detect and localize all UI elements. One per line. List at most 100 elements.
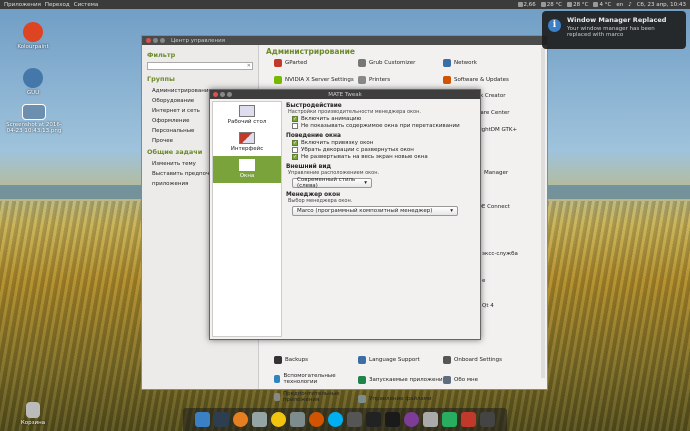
checkbox-checked[interactable]	[292, 154, 298, 160]
tray-temp-2[interactable]: 28 °C	[567, 1, 588, 8]
info-icon: i	[548, 19, 561, 32]
app-item[interactable]: e	[482, 278, 485, 284]
files-icon[interactable]	[195, 412, 210, 427]
power-icon[interactable]	[480, 412, 495, 427]
network-icon	[443, 59, 451, 67]
interface-icon	[239, 132, 255, 144]
mate-tweak-title: MATE Tweak	[328, 91, 362, 98]
terminal-icon-2[interactable]	[366, 412, 381, 427]
printer-icon	[358, 76, 366, 84]
trash-icon	[26, 402, 40, 418]
menu-system[interactable]: Система	[74, 2, 99, 8]
control-center-title: Центр управления	[171, 37, 226, 44]
menu-places[interactable]: Переход	[45, 2, 70, 8]
app-item[interactable]: NVIDIA X Server Settings	[274, 76, 354, 84]
clock[interactable]: Сб, 23 апр, 10:43	[637, 2, 686, 8]
settings-icon[interactable]	[423, 412, 438, 427]
firefox-icon[interactable]	[233, 412, 248, 427]
startup-apps-icon	[358, 376, 366, 384]
app-item[interactable]: эксс-служба	[482, 251, 518, 257]
wm-select[interactable]: Marco (программный композитный менеджер)…	[292, 206, 458, 216]
app-item[interactable]: Network	[443, 59, 477, 67]
app-item[interactable]: Предпочтительные приложения	[274, 391, 354, 403]
app-item[interactable]: Manager	[484, 170, 508, 176]
checkbox-checked[interactable]	[292, 140, 298, 146]
tray-temp-1[interactable]: 28 °C	[540, 1, 562, 8]
minimize-icon[interactable]	[220, 92, 225, 97]
close-icon[interactable]	[213, 92, 218, 97]
app-item[interactable]: LightDM GTK+	[477, 127, 517, 133]
checkbox-window-snapping[interactable]: Включить привязку окон	[292, 140, 476, 146]
network-manager-icon[interactable]	[271, 412, 286, 427]
desktop-icon	[239, 105, 255, 117]
app-item[interactable]: Вспомогательные технологии	[274, 373, 354, 385]
desktop-icon-screenshot[interactable]: Screenshot at 2016-04-23 10:43:13.png	[6, 104, 62, 134]
mate-tweak-icon[interactable]	[442, 412, 457, 427]
app-item[interactable]: Обо мне	[443, 376, 478, 384]
tray-load[interactable]: 2,66	[517, 1, 536, 8]
accessibility-icon	[274, 375, 281, 383]
software-updates-icon	[443, 76, 451, 84]
filter-input[interactable]: ✕	[147, 62, 253, 70]
notification-title: Window Manager Replaced	[567, 16, 667, 24]
scrollbar[interactable]	[541, 48, 545, 378]
monitor-icon[interactable]	[385, 412, 400, 427]
camera-icon[interactable]	[290, 412, 305, 427]
mate-tweak-titlebar[interactable]: MATE Tweak	[210, 90, 480, 99]
weather-icon	[593, 1, 599, 7]
keyboard-icon	[443, 356, 451, 364]
app-item[interactable]: Запускаемые приложения	[358, 376, 446, 384]
terminal-icon[interactable]	[214, 412, 229, 427]
app-item[interactable]: Printers	[358, 76, 390, 84]
chevron-down-icon: ▾	[364, 180, 367, 186]
checkbox-undecorate-maximized[interactable]: Убрать декорации с развернутых окон	[292, 147, 476, 153]
checkbox-checked[interactable]	[292, 116, 298, 122]
wm-subtitle: Выбор менеджера окон.	[288, 198, 353, 204]
minimize-icon[interactable]	[153, 38, 158, 43]
system-monitor-icon[interactable]	[347, 412, 362, 427]
magnifier-icon	[23, 68, 43, 88]
music-icon[interactable]	[461, 412, 476, 427]
tor-icon[interactable]	[404, 412, 419, 427]
control-center-titlebar[interactable]: Центр управления	[142, 36, 547, 45]
layout-select[interactable]: Современный стиль (слева) ▾	[292, 177, 372, 189]
checkbox-hide-drag-content[interactable]: Не показывать содержимое окна при перета…	[292, 123, 476, 129]
checkbox-enable-animation[interactable]: Включить анимацию	[292, 116, 476, 122]
app-item[interactable]: Language Support	[358, 356, 420, 364]
clear-icon[interactable]: ✕	[247, 63, 251, 69]
about-me-icon	[443, 376, 451, 384]
browser-icon[interactable]	[309, 412, 324, 427]
app-item[interactable]: k Creator	[480, 93, 505, 99]
skype-icon[interactable]	[328, 412, 343, 427]
checkbox-unchecked[interactable]	[292, 123, 298, 129]
app-item[interactable]: Qt 4	[482, 303, 494, 309]
maximize-icon[interactable]	[227, 92, 232, 97]
close-icon[interactable]	[146, 38, 151, 43]
cpu-icon	[517, 1, 523, 7]
menu-applications[interactable]: Приложения	[4, 2, 41, 8]
desktop-icon-kolourpaint[interactable]: Kolourpaint	[8, 22, 58, 50]
system-tray: 2,66 28 °C 28 °C 4 °C en ♪ Сб, 23 апр, 1…	[517, 1, 690, 8]
nav-desktop[interactable]: Рабочий стол	[213, 102, 281, 129]
nav-interface[interactable]: Интерфейс	[213, 129, 281, 156]
app-item[interactable]: Управление файлами	[358, 395, 432, 403]
volume-icon[interactable]: ♪	[628, 2, 632, 8]
language-icon	[358, 356, 366, 364]
file-management-icon	[358, 395, 366, 403]
preferred-apps-icon	[274, 393, 280, 401]
desktop-icon-guu[interactable]: GUU	[8, 68, 58, 96]
app-item[interactable]: Grub Customizer	[358, 59, 415, 67]
keyboard-layout[interactable]: en	[616, 2, 623, 8]
checkbox-unchecked[interactable]	[292, 147, 298, 153]
checkbox-no-maximize-new[interactable]: Не развертывать на весь экран новые окна	[292, 154, 476, 160]
app-item[interactable]: GParted	[274, 59, 307, 67]
mail-icon[interactable]	[252, 412, 267, 427]
app-item[interactable]: Backups	[274, 356, 308, 364]
maximize-icon[interactable]	[160, 38, 165, 43]
nav-windows[interactable]: Окна	[213, 156, 281, 183]
app-item[interactable]: Software & Updates	[443, 76, 509, 84]
desktop-icon-trash[interactable]: Корзина	[8, 402, 58, 426]
app-item[interactable]: Onboard Settings	[443, 356, 502, 364]
tray-weather[interactable]: 4 °C	[593, 1, 611, 8]
notification-bubble[interactable]: i Window Manager Replaced Your window ma…	[542, 11, 686, 49]
